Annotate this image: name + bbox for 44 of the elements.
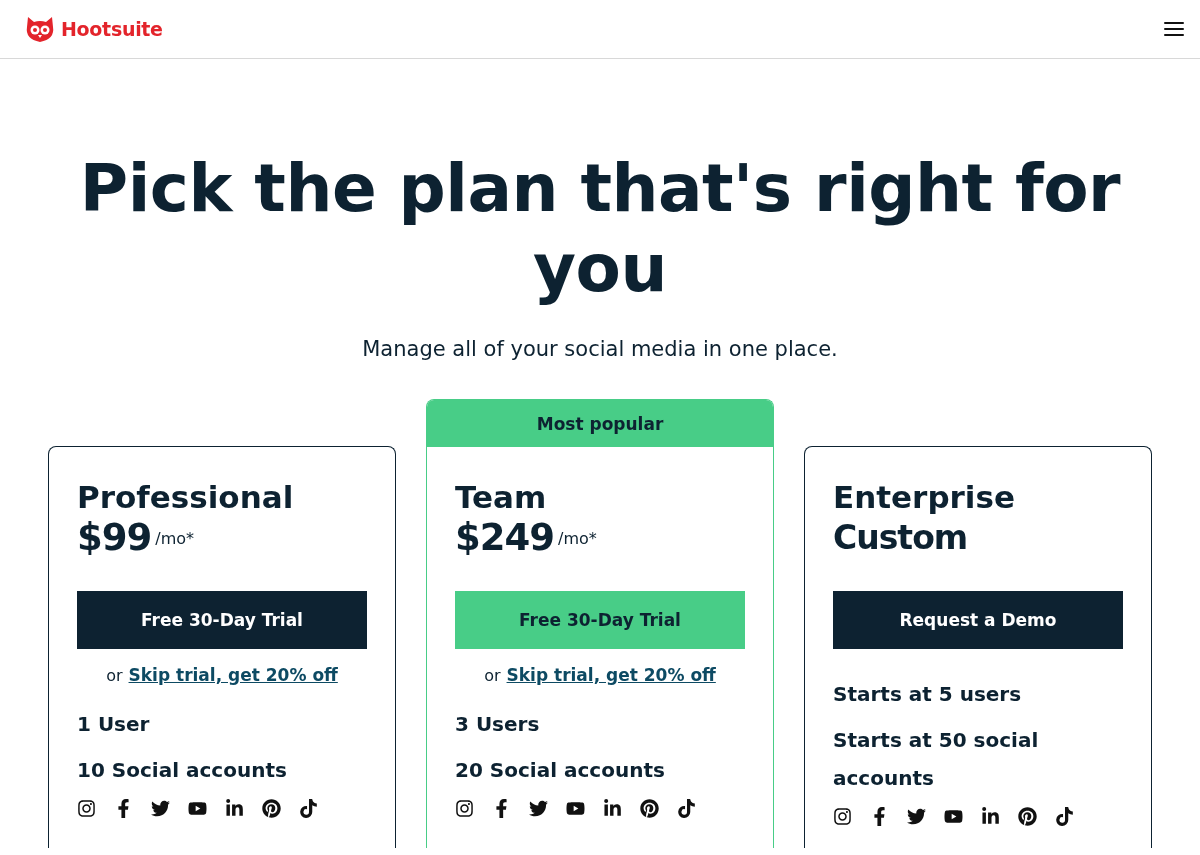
linkedin-icon[interactable] <box>981 807 1000 826</box>
plan-feature: 20 Social accounts <box>455 757 666 784</box>
twitter-icon[interactable] <box>151 799 170 818</box>
plan-price: $99 <box>77 517 152 559</box>
plan-price: Custom <box>833 517 968 559</box>
youtube-icon[interactable] <box>188 799 207 818</box>
price-period: /mo* <box>558 529 597 548</box>
tiktok-icon[interactable] <box>299 799 318 818</box>
instagram-icon[interactable] <box>833 807 852 826</box>
plan-feature: 3 Users <box>455 711 541 738</box>
instagram-icon[interactable] <box>455 799 474 818</box>
pinterest-icon[interactable] <box>262 799 281 818</box>
twitter-icon[interactable] <box>529 799 548 818</box>
twitter-icon[interactable] <box>907 807 926 826</box>
pinterest-icon[interactable] <box>640 799 659 818</box>
linkedin-icon[interactable] <box>225 799 244 818</box>
owl-logo-icon <box>24 15 56 43</box>
plan-badge: Most popular <box>427 400 773 447</box>
plan-feature: 1 User <box>77 711 151 738</box>
linkedin-icon[interactable] <box>603 799 622 818</box>
cta-button[interactable]: Free 30-Day Trial <box>77 591 367 649</box>
youtube-icon[interactable] <box>944 807 963 826</box>
skip-trial-link[interactable]: Skip trial, get 20% off <box>128 665 338 685</box>
cta-button[interactable]: Free 30-Day Trial <box>455 591 745 649</box>
instagram-icon[interactable] <box>77 799 96 818</box>
tiktok-icon[interactable] <box>1055 807 1074 826</box>
plan-feature: Starts at 50 social accounts <box>833 727 1040 792</box>
plan-name: Professional <box>77 478 295 517</box>
plan-feature: 10 Social accounts <box>77 757 288 784</box>
youtube-icon[interactable] <box>566 799 585 818</box>
plan-name: Team <box>455 478 548 517</box>
brand-name[interactable]: Hootsuite <box>61 18 163 40</box>
page-title: Pick the plan that's right for you <box>78 149 1122 309</box>
or-text: or <box>106 666 123 685</box>
tiktok-icon[interactable] <box>677 799 696 818</box>
page-subtitle: Manage all of your social media in one place. <box>361 337 839 361</box>
plan-price: $249 <box>455 517 554 559</box>
plan-feature: Starts at 5 users <box>833 681 1023 708</box>
or-text: or <box>484 666 501 685</box>
plan-name: Enterprise <box>833 478 1016 517</box>
skip-trial-link[interactable]: Skip trial, get 20% off <box>506 665 716 685</box>
cta-button[interactable]: Request a Demo <box>833 591 1123 649</box>
pinterest-icon[interactable] <box>1018 807 1037 826</box>
price-period: /mo* <box>155 529 194 548</box>
